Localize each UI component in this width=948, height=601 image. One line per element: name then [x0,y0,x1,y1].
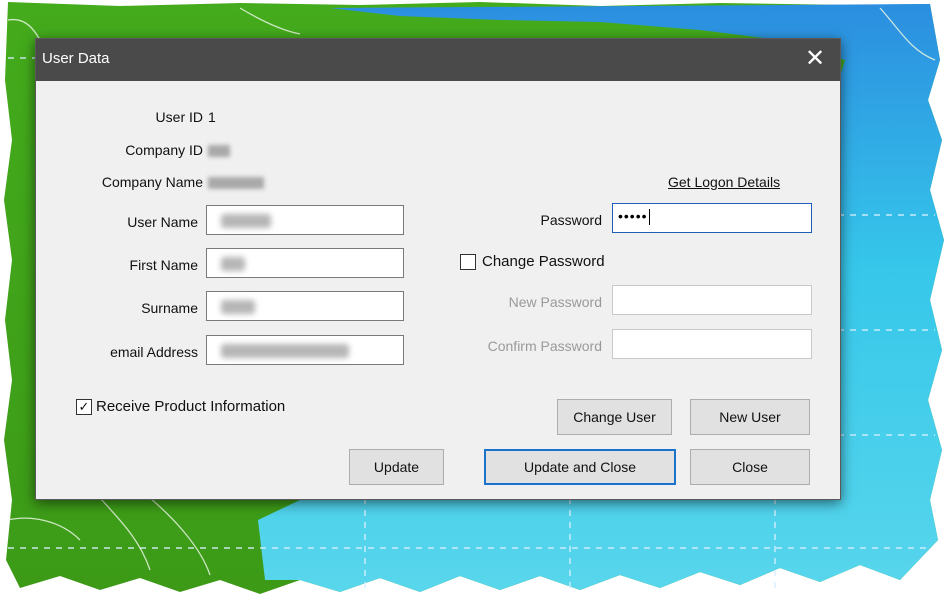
receive-product-info-label[interactable]: Receive Product Information [96,398,285,415]
close-icon[interactable]: ✕ [800,45,830,75]
confirm-password-field[interactable] [612,329,812,359]
user-data-dialog: User Data ✕ User ID 1 Company ID Company… [35,38,841,500]
change-password-label[interactable]: Change Password [482,253,605,270]
email-redacted [221,344,349,358]
new-user-button[interactable]: New User [690,399,810,435]
first-name-field[interactable] [206,248,404,278]
new-password-label: New Password [508,294,602,310]
user-name-redacted [221,214,271,228]
password-masked-value: ••••• [618,208,650,226]
close-button[interactable]: Close [690,449,810,485]
user-id-label: User ID [155,109,203,125]
surname-redacted [221,300,255,314]
company-name-redacted [208,177,264,189]
first-name-redacted [221,257,245,271]
get-logon-details-link[interactable]: Get Logon Details [668,174,780,190]
password-label: Password [540,212,602,228]
change-password-checkbox[interactable] [460,254,476,270]
user-id-value: 1 [208,109,216,125]
user-name-label: User Name [127,214,198,230]
confirm-password-label: Confirm Password [487,338,602,354]
company-id-label: Company ID [125,142,203,158]
surname-field[interactable] [206,291,404,321]
update-and-close-button[interactable]: Update and Close [484,449,676,485]
password-field[interactable]: ••••• [612,203,812,233]
receive-product-info-checkbox[interactable]: ✓ [76,399,92,415]
company-name-label: Company Name [101,174,203,190]
first-name-label: First Name [129,257,198,273]
user-name-field[interactable] [206,205,404,235]
email-label: email Address [110,344,198,360]
email-field[interactable] [206,335,404,365]
surname-label: Surname [141,300,198,316]
company-id-redacted [208,145,230,157]
new-password-field[interactable] [612,285,812,315]
dialog-title: User Data [42,50,110,67]
title-bar: User Data ✕ [36,39,840,81]
change-user-button[interactable]: Change User [557,399,672,435]
update-button[interactable]: Update [349,449,444,485]
